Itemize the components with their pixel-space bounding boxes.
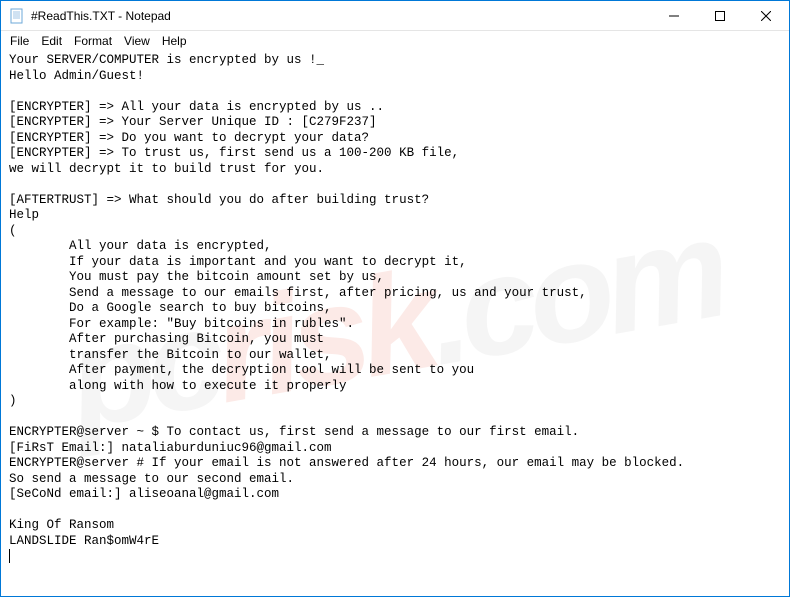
text-line: [ENCRYPTER] => Do you want to decrypt yo…: [9, 131, 369, 145]
text-line: Hello Admin/Guest!: [9, 69, 144, 83]
text-line: [ENCRYPTER] => All your data is encrypte…: [9, 100, 384, 114]
text-line: along with how to execute it properly: [9, 379, 347, 393]
text-cursor: [9, 549, 10, 563]
text-line: Your SERVER/COMPUTER is encrypted by us …: [9, 53, 324, 67]
window-title: #ReadThis.TXT - Notepad: [31, 9, 651, 23]
text-line: Send a message to our emails first, afte…: [9, 286, 587, 300]
text-line: All your data is encrypted,: [9, 239, 272, 253]
text-line: we will decrypt it to build trust for yo…: [9, 162, 324, 176]
text-line: For example: "Buy bitcoins in rubles".: [9, 317, 354, 331]
text-line: ENCRYPTER@server # If your email is not …: [9, 456, 684, 470]
menu-format[interactable]: Format: [69, 33, 117, 49]
text-line: King Of Ransom: [9, 518, 114, 532]
text-line: transfer the Bitcoin to our wallet,: [9, 348, 332, 362]
text-line: [AFTERTRUST] => What should you do after…: [9, 193, 429, 207]
text-line: LANDSLIDE Ran$omW4rE: [9, 534, 159, 548]
text-line: [SeCoNd email:] aliseoanal@gmail.com: [9, 487, 279, 501]
menu-edit[interactable]: Edit: [36, 33, 67, 49]
text-line: After purchasing Bitcoin, you must: [9, 332, 324, 346]
text-line: [ENCRYPTER] => Your Server Unique ID : […: [9, 115, 377, 129]
menubar: File Edit Format View Help: [1, 31, 789, 51]
text-line: ): [9, 394, 17, 408]
text-line: After payment, the decryption tool will …: [9, 363, 474, 377]
text-line: If your data is important and you want t…: [9, 255, 467, 269]
text-content[interactable]: Your SERVER/COMPUTER is encrypted by us …: [1, 51, 789, 567]
minimize-button[interactable]: [651, 1, 697, 31]
text-line: [ENCRYPTER] => To trust us, first send u…: [9, 146, 459, 160]
menu-file[interactable]: File: [5, 33, 34, 49]
menu-help[interactable]: Help: [157, 33, 192, 49]
notepad-window: #ReadThis.TXT - Notepad File Edit Format…: [0, 0, 790, 597]
text-editor-area[interactable]: pcrisk.com Your SERVER/COMPUTER is encry…: [1, 51, 789, 596]
text-line: You must pay the bitcoin amount set by u…: [9, 270, 384, 284]
notepad-icon: [9, 8, 25, 24]
text-line: Help: [9, 208, 39, 222]
text-line: (: [9, 224, 17, 238]
titlebar: #ReadThis.TXT - Notepad: [1, 1, 789, 31]
maximize-button[interactable]: [697, 1, 743, 31]
text-line: ENCRYPTER@server ~ $ To contact us, firs…: [9, 425, 579, 439]
text-line: Do a Google search to buy bitcoins,: [9, 301, 332, 315]
close-button[interactable]: [743, 1, 789, 31]
window-controls: [651, 1, 789, 30]
text-line: [FiRsT Email:] nataliaburduniuc96@gmail.…: [9, 441, 332, 455]
menu-view[interactable]: View: [119, 33, 155, 49]
text-line: So send a message to our second email.: [9, 472, 294, 486]
